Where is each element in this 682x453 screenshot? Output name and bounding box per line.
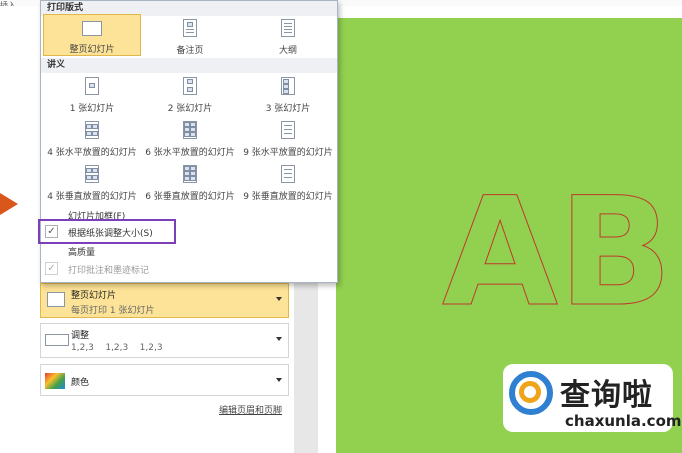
watermark-title: 查询啦 xyxy=(560,378,653,413)
high-quality-label: 高质量 xyxy=(68,248,96,258)
backstage-nav xyxy=(0,6,23,453)
collate-dropdown[interactable]: 调整 1,2,3 1,2,3 1,2,3 xyxy=(40,323,289,358)
handout-label: 6 张水平放置的幻灯片 xyxy=(145,148,235,158)
high-quality-option[interactable]: 高质量 xyxy=(41,242,337,260)
handout-label: 4 张垂直放置的幻灯片 xyxy=(47,192,137,202)
handout-2-icon xyxy=(183,77,197,95)
layout-option-label: 整页幻灯片 xyxy=(69,45,115,55)
annotation-highlight-box xyxy=(38,219,176,244)
print-layout-title: 整页幻灯片 xyxy=(71,291,117,301)
print-comments-label: 打印批注和墨迹标记 xyxy=(68,266,150,276)
handout-9-vertical[interactable]: 9 张垂直放置的幻灯片 xyxy=(239,165,337,202)
chevron-down-icon xyxy=(276,337,282,341)
handout-1-icon xyxy=(85,77,99,95)
handout-3-slides[interactable]: 3 张幻灯片 xyxy=(239,77,337,114)
handout-label: 3 张幻灯片 xyxy=(265,104,311,114)
layout-option-outline[interactable]: 大纲 xyxy=(239,16,337,56)
handout-4h-icon xyxy=(85,121,99,139)
handout-4v-icon xyxy=(85,165,99,183)
layout-option-notes[interactable]: 备注页 xyxy=(141,16,239,56)
handout-9h-icon xyxy=(281,121,295,139)
collate-icon xyxy=(45,334,69,346)
print-layout-dropdown[interactable]: 整页幻灯片 每页打印 1 张幻灯片 xyxy=(40,283,289,318)
handout-6-horizontal[interactable]: 6 张水平放置的幻灯片 xyxy=(141,121,239,158)
outline-icon xyxy=(281,19,295,37)
handouts-header: 讲义 xyxy=(41,58,337,73)
handout-label: 6 张垂直放置的幻灯片 xyxy=(145,192,235,202)
layout-option-full-page[interactable]: 整页幻灯片 xyxy=(43,14,141,56)
handout-4-vertical[interactable]: 4 张垂直放置的幻灯片 xyxy=(43,165,141,202)
color-icon xyxy=(45,373,65,389)
handout-9v-icon xyxy=(281,165,295,183)
handout-label: 9 张垂直放置的幻灯片 xyxy=(243,192,333,202)
handout-6-vertical[interactable]: 6 张垂直放置的幻灯片 xyxy=(141,165,239,202)
handout-label: 4 张水平放置的幻灯片 xyxy=(47,148,137,158)
handout-3-icon xyxy=(281,77,295,95)
checkmark-icon: ✓ xyxy=(45,262,58,275)
handout-2-slides[interactable]: 2 张幻灯片 xyxy=(141,77,239,114)
handout-6h-icon xyxy=(183,121,197,139)
handout-6v-icon xyxy=(183,165,197,183)
slide-text: AB xyxy=(441,166,673,340)
edit-header-footer-link[interactable]: 编辑页眉和页脚 xyxy=(219,403,282,416)
handout-label: 1 张幻灯片 xyxy=(69,104,115,114)
watermark-logo-inner-icon xyxy=(519,381,541,403)
chevron-down-icon xyxy=(276,378,282,382)
handout-label: 9 张水平放置的幻灯片 xyxy=(243,148,333,158)
collate-subtitle: 1,2,3 1,2,3 1,2,3 xyxy=(71,343,163,353)
print-comments-option: ✓ 打印批注和墨迹标记 xyxy=(41,260,337,278)
handout-1-slide[interactable]: 1 张幻灯片 xyxy=(43,77,141,114)
layout-option-label: 备注页 xyxy=(176,46,204,56)
handout-4-horizontal[interactable]: 4 张水平放置的幻灯片 xyxy=(43,121,141,158)
full-page-slide-icon xyxy=(82,21,102,36)
color-title: 颜色 xyxy=(71,378,90,388)
notes-page-icon xyxy=(183,19,197,37)
nav-selected-marker xyxy=(0,193,18,215)
chevron-down-icon xyxy=(276,297,282,301)
handout-label: 2 张幻灯片 xyxy=(167,104,213,114)
print-layout-subtitle: 每页打印 1 张幻灯片 xyxy=(71,306,155,316)
watermark-url: chaxunla.com xyxy=(565,412,682,430)
handout-9-horizontal[interactable]: 9 张水平放置的幻灯片 xyxy=(239,121,337,158)
layout-option-label: 大纲 xyxy=(278,46,297,56)
color-dropdown[interactable]: 颜色 xyxy=(40,364,289,396)
collate-title: 调整 xyxy=(71,331,90,341)
full-page-slide-icon xyxy=(47,292,65,307)
